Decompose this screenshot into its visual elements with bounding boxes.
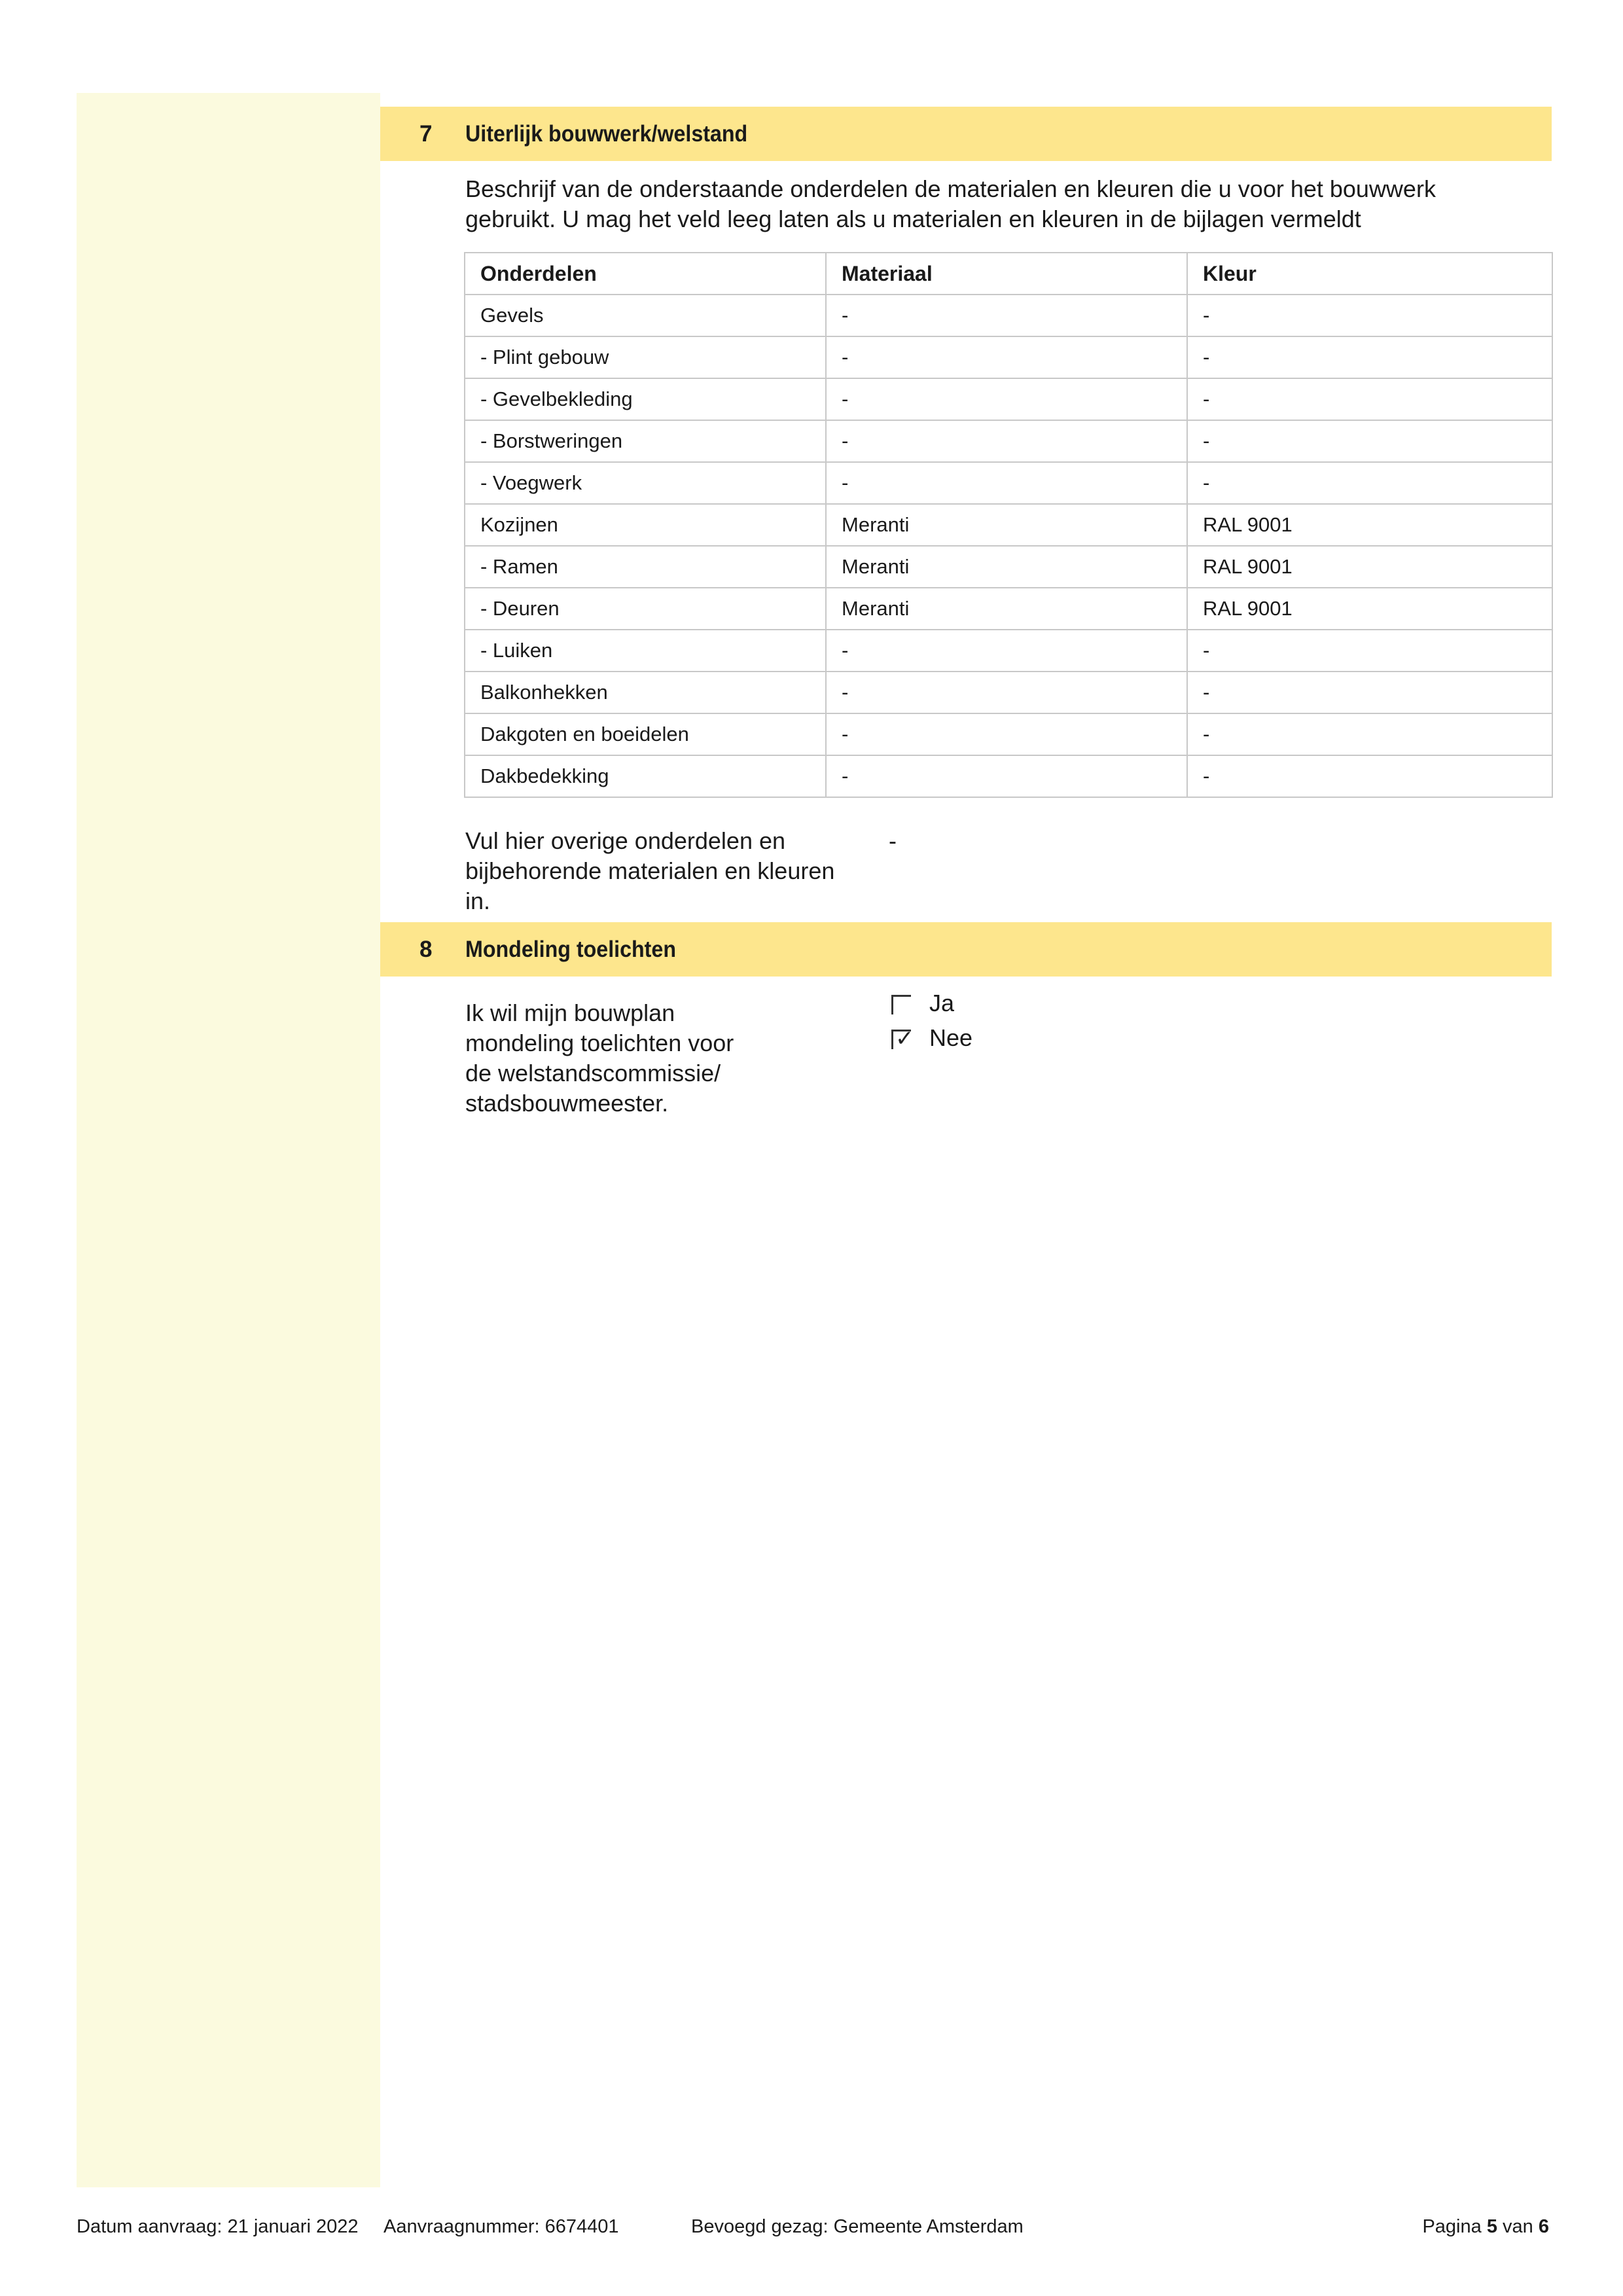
cell-materiaal[interactable]: - — [825, 294, 1188, 337]
cell-onderdeel: - Voegwerk — [464, 461, 827, 505]
table-row: - Borstweringen - - — [464, 420, 1553, 463]
cell-materiaal[interactable]: Meranti — [825, 503, 1188, 547]
other-label-line-3: in. — [465, 888, 491, 914]
table-row: Gevels - - — [464, 294, 1553, 337]
materials-table: Onderdelen Materiaal Kleur Gevels - - - … — [464, 252, 1553, 798]
cell-onderdeel: - Luiken — [464, 629, 827, 672]
page-sep: van — [1503, 2216, 1533, 2237]
section-7-number: 7 — [419, 121, 433, 147]
table-row: - Gevelbekleding - - — [464, 378, 1553, 421]
footer-request-number: Aanvraagnummer: 6674401 — [383, 2216, 619, 2237]
page-prefix: Pagina — [1422, 2216, 1482, 2237]
intro-line-1: Beschrijf van de onderstaande onderdelen… — [465, 175, 1436, 202]
table-row: - Voegwerk - - — [464, 461, 1553, 505]
other-components-label: Vul hier overige onderdelen en bijbehore… — [465, 826, 858, 916]
cell-onderdeel: - Deuren — [464, 587, 827, 630]
table-row: Kozijnen Meranti RAL 9001 — [464, 503, 1553, 547]
cell-kleur[interactable]: - — [1186, 461, 1553, 505]
table-row: - Plint gebouw - - — [464, 336, 1553, 379]
other-components-value[interactable]: - — [889, 826, 897, 856]
section-8-header: 8 Mondeling toelichten — [380, 922, 1552, 977]
table-row: - Deuren Meranti RAL 9001 — [464, 587, 1553, 630]
table-header-row: Onderdelen Materiaal Kleur — [464, 252, 1553, 295]
oral-label-line-4: stadsbouwmeester. — [465, 1090, 669, 1117]
section-7-intro: Beschrijf van de onderstaande onderdelen… — [465, 174, 1436, 234]
footer-authority: Bevoegd gezag: Gemeente Amsterdam — [691, 2216, 1024, 2237]
cell-materiaal[interactable]: - — [825, 378, 1188, 421]
cell-kleur[interactable]: - — [1186, 629, 1553, 672]
section-7-header: 7 Uiterlijk bouwwerk/welstand — [380, 107, 1552, 161]
cell-onderdeel: - Borstweringen — [464, 420, 827, 463]
footer-date: Datum aanvraag: 21 januari 2022 — [77, 2216, 359, 2237]
cell-materiaal[interactable]: - — [825, 671, 1188, 714]
header-materiaal: Materiaal — [825, 252, 1188, 295]
cell-onderdeel: Dakgoten en boeidelen — [464, 713, 827, 756]
cell-materiaal[interactable]: - — [825, 336, 1188, 379]
oral-label-line-3: de welstandscommissie/ — [465, 1060, 721, 1086]
cell-kleur[interactable]: - — [1186, 294, 1553, 337]
table-row: Balkonhekken - - — [464, 671, 1553, 714]
page-current: 5 — [1486, 2216, 1497, 2237]
cell-kleur[interactable]: - — [1186, 755, 1553, 798]
cell-kleur[interactable]: - — [1186, 713, 1553, 756]
option-nee-label: Nee — [929, 1024, 973, 1051]
cell-materiaal[interactable]: - — [825, 420, 1188, 463]
table-row: Dakbedekking - - — [464, 755, 1553, 798]
cell-kleur[interactable]: - — [1186, 671, 1553, 714]
cell-materiaal[interactable]: - — [825, 629, 1188, 672]
cell-kleur[interactable]: RAL 9001 — [1186, 545, 1553, 588]
cell-materiaal[interactable]: - — [825, 755, 1188, 798]
cell-kleur[interactable]: RAL 9001 — [1186, 503, 1553, 547]
cell-materiaal[interactable]: - — [825, 713, 1188, 756]
cell-materiaal[interactable]: Meranti — [825, 587, 1188, 630]
side-band — [77, 93, 380, 2187]
cell-kleur[interactable]: - — [1186, 378, 1553, 421]
page-total: 6 — [1538, 2216, 1549, 2237]
intro-line-2: gebruikt. U mag het veld leeg laten als … — [465, 206, 1361, 232]
checkbox-ja[interactable] — [891, 995, 911, 1014]
cell-onderdeel: Kozijnen — [464, 503, 827, 547]
cell-onderdeel: - Gevelbekleding — [464, 378, 827, 421]
table-row: - Ramen Meranti RAL 9001 — [464, 545, 1553, 588]
other-label-line-1: Vul hier overige onderdelen en — [465, 827, 786, 854]
oral-label-line-1: Ik wil mijn bouwplan — [465, 999, 675, 1026]
checkbox-nee[interactable]: ✓ — [891, 1026, 914, 1051]
section-7-title: Uiterlijk bouwwerk/welstand — [465, 121, 748, 147]
oral-label-line-2: mondeling toelichten voor — [465, 1030, 734, 1056]
cell-onderdeel: - Ramen — [464, 545, 827, 588]
cell-onderdeel: Dakbedekking — [464, 755, 827, 798]
option-ja-label: Ja — [929, 990, 955, 1016]
cell-materiaal[interactable]: - — [825, 461, 1188, 505]
cell-materiaal[interactable]: Meranti — [825, 545, 1188, 588]
section-8-title: Mondeling toelichten — [465, 937, 676, 962]
table-row: - Luiken - - — [464, 629, 1553, 672]
cell-onderdeel: Gevels — [464, 294, 827, 337]
cell-onderdeel: Balkonhekken — [464, 671, 827, 714]
cell-kleur[interactable]: RAL 9001 — [1186, 587, 1553, 630]
cell-kleur[interactable]: - — [1186, 336, 1553, 379]
footer-page-indicator: Pagina 5 van 6 — [1422, 2214, 1549, 2240]
cell-kleur[interactable]: - — [1186, 420, 1553, 463]
table-row: Dakgoten en boeidelen - - — [464, 713, 1553, 756]
checkmark-icon: ✓ — [895, 1026, 914, 1051]
other-label-line-2: bijbehorende materialen en kleuren — [465, 857, 835, 884]
header-kleur: Kleur — [1186, 252, 1553, 295]
section-8-number: 8 — [419, 937, 433, 962]
cell-onderdeel: - Plint gebouw — [464, 336, 827, 379]
header-onderdelen: Onderdelen — [464, 252, 827, 295]
oral-explanation-label: Ik wil mijn bouwplan mondeling toelichte… — [465, 998, 806, 1119]
